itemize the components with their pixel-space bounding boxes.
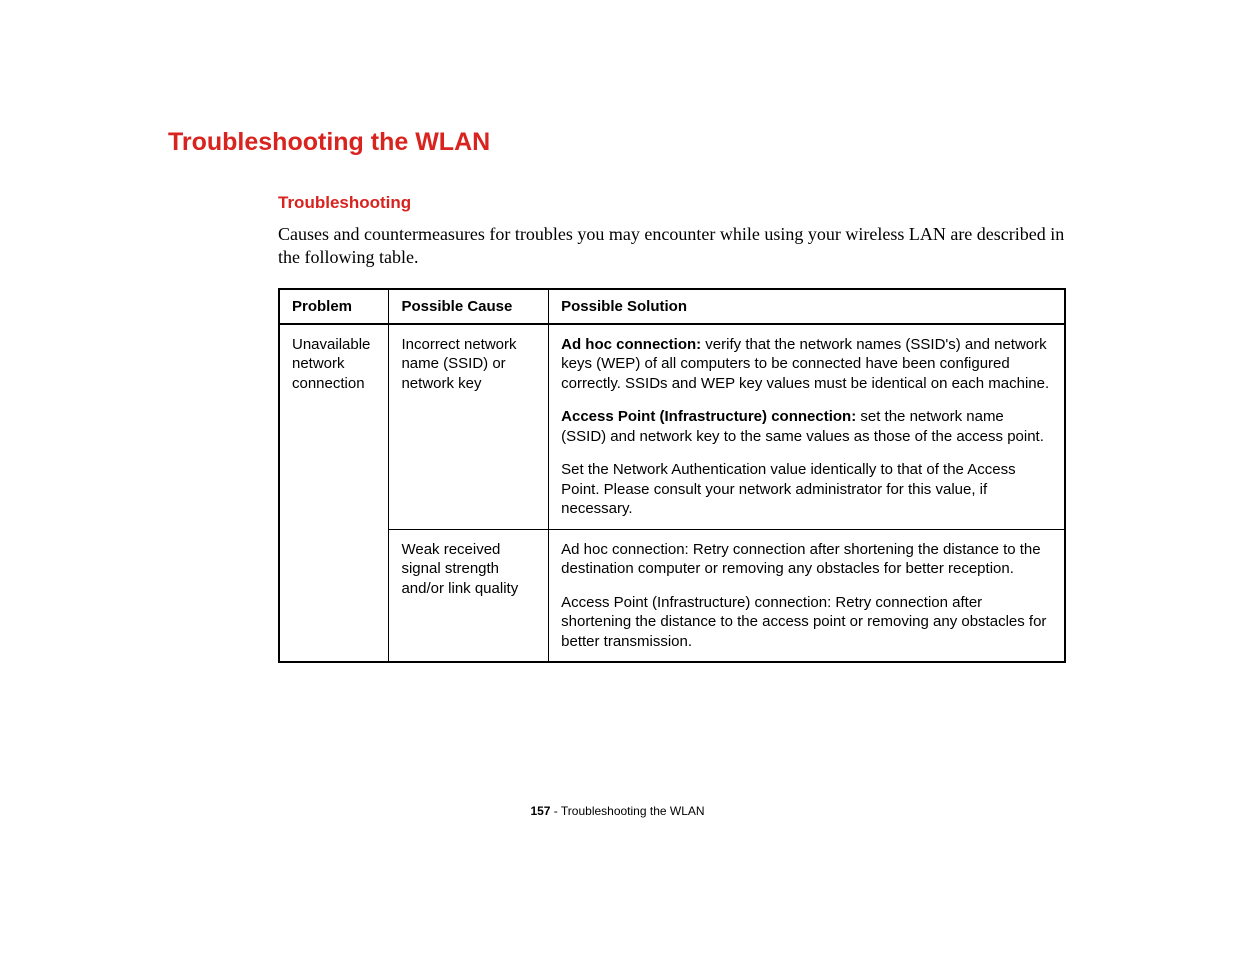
cell-cause: Incorrect network name (SSID) or network…	[389, 324, 549, 530]
cell-problem: Unavailable network connection	[279, 324, 389, 663]
solution-block: Ad hoc connection: verify that the netwo…	[561, 335, 1052, 394]
sub-heading: Troubleshooting	[278, 193, 1067, 213]
solution-block: Access Point (Infrastructure) connection…	[561, 593, 1052, 652]
page-number: 157	[530, 804, 550, 818]
solution-label: Access Point (Infrastructure) connection…	[561, 408, 856, 425]
solution-block: Access Point (Infrastructure) connection…	[561, 407, 1052, 446]
cell-solution: Ad hoc connection: verify that the netwo…	[549, 324, 1065, 530]
main-heading: Troubleshooting the WLAN	[168, 128, 1067, 157]
header-problem: Problem	[279, 289, 389, 324]
table-row: Unavailable network connection Incorrect…	[279, 324, 1065, 530]
solution-block: Set the Network Authentication value ide…	[561, 460, 1052, 519]
troubleshoot-table: Problem Possible Cause Possible Solution…	[278, 288, 1066, 664]
page-footer: 157 - Troubleshooting the WLAN	[0, 804, 1235, 818]
footer-separator: -	[550, 804, 560, 818]
page-container: Troubleshooting the WLAN Troubleshooting…	[0, 0, 1235, 663]
intro-paragraph: Causes and countermeasures for troubles …	[278, 223, 1067, 270]
cell-cause: Weak received signal strength and/or lin…	[389, 529, 549, 662]
solution-block: Ad hoc connection: Retry connection afte…	[561, 540, 1052, 579]
table-header-row: Problem Possible Cause Possible Solution	[279, 289, 1065, 324]
solution-label: Ad hoc connection:	[561, 336, 701, 353]
cell-solution: Ad hoc connection: Retry connection afte…	[549, 529, 1065, 662]
table-row: Weak received signal strength and/or lin…	[279, 529, 1065, 662]
header-solution: Possible Solution	[549, 289, 1065, 324]
header-cause: Possible Cause	[389, 289, 549, 324]
footer-title: Troubleshooting the WLAN	[561, 804, 705, 818]
